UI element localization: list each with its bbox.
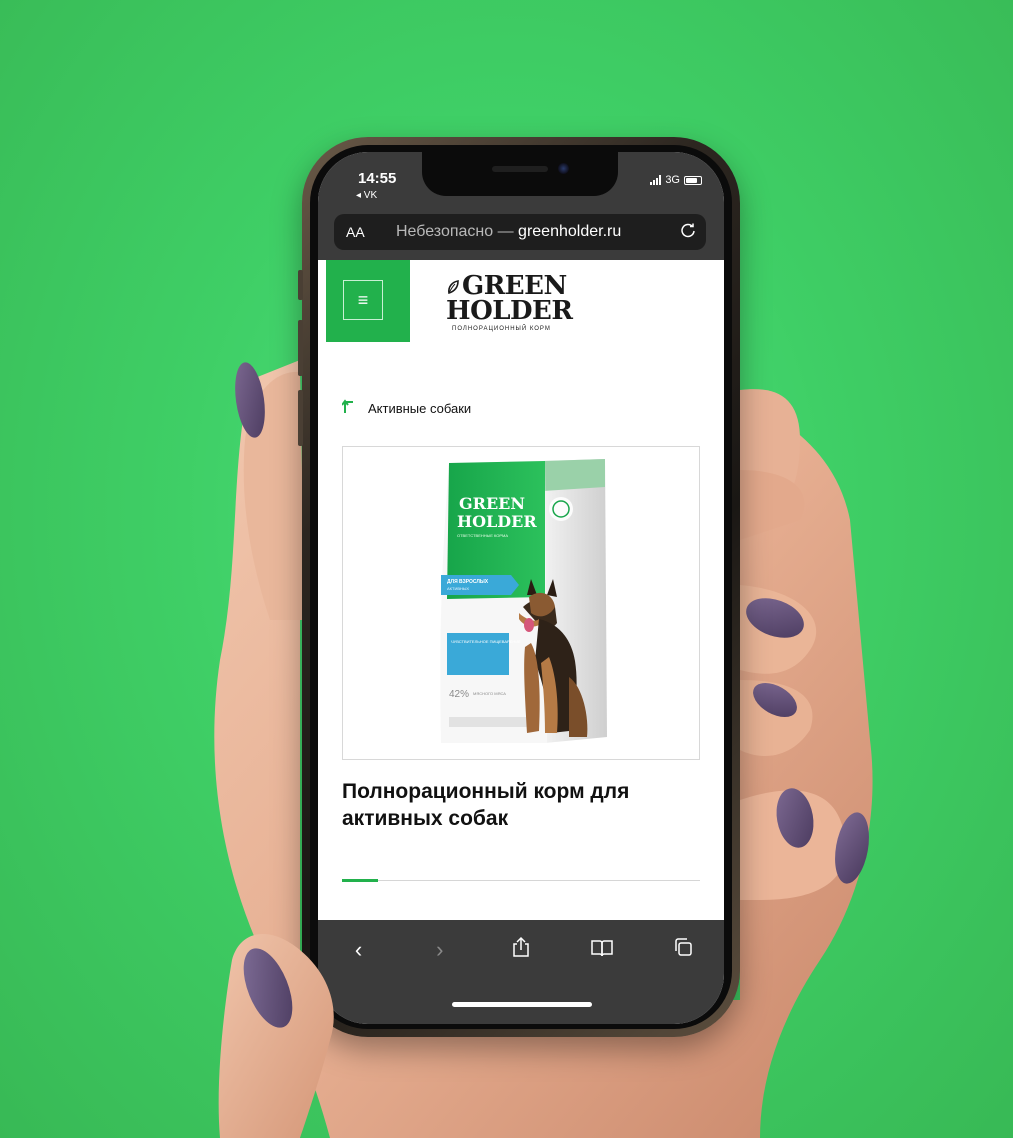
address-bar[interactable]: AA Небезопасно — greenholder.ru bbox=[334, 214, 706, 250]
site-logo[interactable]: GREEN HOLDER ПОЛНОРАЦИОННЫЙ КОРМ bbox=[446, 273, 606, 332]
package-tag1: ДЛЯ ВЗРОСЛЫХ bbox=[447, 579, 489, 585]
battery-icon bbox=[684, 175, 702, 185]
hamburger-menu-button[interactable]: ≡ bbox=[343, 280, 383, 320]
package-tag2: ЧУВСТВИТЕЛЬНОЕ ПИЩЕВАРЕНИЕ bbox=[451, 639, 521, 644]
logo-tagline: ПОЛНОРАЦИОННЫЙ КОРМ bbox=[452, 326, 551, 332]
product-image-frame[interactable]: GREEN HOLDER ОТВЕТСТВЕННЫЕ КОРМА ДЛЯ ВЗР… bbox=[342, 446, 700, 760]
mute-switch bbox=[298, 270, 303, 300]
volume-up-button bbox=[298, 320, 303, 376]
share-icon[interactable] bbox=[501, 936, 541, 964]
signal-icon bbox=[650, 175, 662, 185]
scene: 14:55 ◂ VK 3G AA Небезопасно — greenhold… bbox=[0, 0, 1013, 1138]
book-icon[interactable] bbox=[582, 937, 622, 963]
phone-screen: 14:55 ◂ VK 3G AA Небезопасно — greenhold… bbox=[318, 152, 724, 1024]
home-indicator[interactable] bbox=[452, 1002, 592, 1007]
web-page: ≡ GREEN HOLDER ПОЛНОРАЦИОННЫЙ КОРМ Актив… bbox=[318, 260, 724, 920]
back-to-app-link[interactable]: ◂ VK bbox=[356, 190, 377, 201]
url-text[interactable]: Небезопасно — greenholder.ru bbox=[396, 223, 621, 241]
package-percent-label: МЯСНОГО МЯСА bbox=[473, 691, 506, 696]
slider-track bbox=[342, 880, 700, 881]
logo-word-holder: HOLDER bbox=[446, 296, 573, 326]
volume-down-button bbox=[298, 390, 303, 446]
leaf-icon bbox=[448, 280, 459, 295]
product-title: Полнорационный корм для активных собак bbox=[342, 780, 630, 830]
package-tag1b: АКТИВНЫХ bbox=[447, 586, 469, 591]
menu-panel: ≡ bbox=[326, 260, 410, 342]
breadcrumb-back-link[interactable]: Активные собаки bbox=[341, 398, 472, 419]
reload-icon[interactable] bbox=[680, 222, 696, 243]
breadcrumb-label: Активные собаки bbox=[368, 401, 472, 416]
front-camera bbox=[558, 163, 569, 174]
package-brand-line2: HOLDER bbox=[457, 512, 537, 531]
status-indicators: 3G bbox=[650, 174, 702, 186]
reader-settings-button[interactable]: AA bbox=[346, 224, 365, 240]
slider-progress bbox=[342, 879, 378, 882]
speaker bbox=[492, 166, 548, 172]
forward-button[interactable]: › bbox=[420, 937, 460, 963]
url-prefix: Небезопасно — bbox=[396, 223, 519, 240]
status-time: 14:55 bbox=[358, 170, 397, 187]
notch bbox=[422, 152, 618, 196]
product-package-image: GREEN HOLDER ОТВЕТСТВЕННЫЕ КОРМА ДЛЯ ВЗР… bbox=[440, 459, 607, 743]
url-domain: greenholder.ru bbox=[518, 223, 622, 240]
network-type: 3G bbox=[665, 174, 680, 186]
browser-top-chrome: 14:55 ◂ VK 3G AA Небезопасно — greenhold… bbox=[318, 152, 724, 260]
package-brand-line1: GREEN bbox=[459, 494, 525, 513]
back-button[interactable]: ‹ bbox=[339, 937, 379, 963]
browser-bottom-toolbar: ‹ › bbox=[318, 920, 724, 1024]
back-arrow-icon bbox=[341, 398, 356, 419]
tabs-icon[interactable] bbox=[663, 937, 703, 963]
package-tagline: ОТВЕТСТВЕННЫЕ КОРМА bbox=[457, 533, 508, 538]
package-percent: 42% bbox=[449, 689, 469, 700]
